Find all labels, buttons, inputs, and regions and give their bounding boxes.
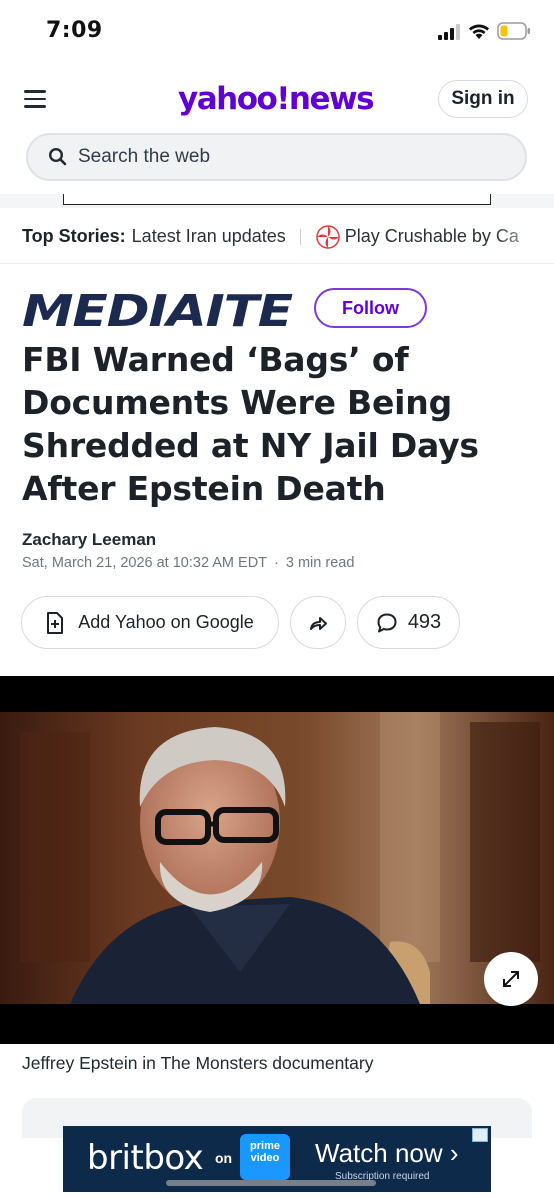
comment-bubble-icon [377, 613, 397, 632]
ad-frame [63, 194, 491, 205]
prime-video-logo: prime video [240, 1134, 290, 1180]
svg-text:yahoo!news: yahoo!news [178, 81, 373, 117]
expand-icon [503, 971, 519, 987]
app-header: yahoo!news Sign in Search the web [0, 66, 554, 196]
share-arrow-icon [310, 616, 327, 630]
add-yahoo-label: Add Yahoo on Google [78, 612, 254, 632]
peppermint-candy-icon [316, 224, 340, 249]
menu-button[interactable] [24, 90, 46, 108]
wifi-icon [469, 24, 489, 39]
article-read-time: 3 min read [285, 555, 355, 571]
mediaite-logo[interactable]: MEDIAITE [22, 284, 302, 332]
article-author[interactable]: Zachary Leeman [22, 530, 156, 550]
status-time: 7:09 [46, 18, 103, 43]
home-indicator[interactable] [166, 1180, 376, 1186]
status-bar: 7:09 [0, 0, 554, 66]
crushable-game-label: Play Crushable by Ca [344, 226, 519, 246]
watch-now-cta[interactable]: Watch now › [315, 1138, 459, 1169]
follow-button[interactable]: Follow [314, 288, 427, 328]
article-headline: FBI Warned ‘Bags’ of Documents Were Bein… [22, 340, 479, 508]
comments-button[interactable]: 493 [357, 596, 460, 649]
svg-text:MEDIAITE: MEDIAITE [22, 286, 293, 332]
scroll-fade [494, 210, 554, 263]
video-frame-image [0, 712, 554, 1004]
article-video[interactable] [0, 676, 554, 1044]
top-stories-bar: Top Stories: Latest Iran updates Play Cr… [0, 210, 554, 264]
ad-on-text: on [215, 1150, 233, 1166]
add-source-icon [47, 611, 64, 634]
top-stories-label: Top Stories: [22, 226, 126, 246]
britbox-logo: britbox [87, 1138, 204, 1178]
article-meta: Sat, March 21, 2026 at 10:32 AM EDT · 3 mi… [22, 555, 354, 571]
share-button[interactable] [290, 596, 346, 649]
adchoices-icon[interactable] [472, 1128, 488, 1142]
search-icon [48, 147, 67, 166]
top-stories-link[interactable]: Latest Iran updates [132, 226, 286, 247]
yahoo-news-logo[interactable]: yahoo!news [178, 78, 378, 118]
sign-in-button[interactable]: Sign in [438, 80, 528, 118]
search-input[interactable]: Search the web [26, 133, 527, 181]
search-placeholder: Search the web [78, 146, 211, 167]
ad-slot-top [0, 194, 554, 208]
comment-count: 493 [407, 611, 442, 633]
video-caption: Jeffrey Epstein in The Monsters document… [22, 1053, 374, 1073]
menu-icon [24, 90, 46, 93]
battery-icon [497, 22, 530, 40]
add-yahoo-on-google-button[interactable]: Add Yahoo on Google [21, 596, 279, 649]
divider [299, 228, 301, 245]
meta-separator: · [274, 555, 279, 571]
article-date: Sat, March 21, 2026 at 10:32 AM EDT [22, 555, 268, 571]
expand-video-button[interactable] [484, 952, 538, 1006]
cellular-signal-icon [438, 24, 460, 40]
crushable-game-link[interactable]: Play Crushable by Ca [315, 224, 519, 250]
